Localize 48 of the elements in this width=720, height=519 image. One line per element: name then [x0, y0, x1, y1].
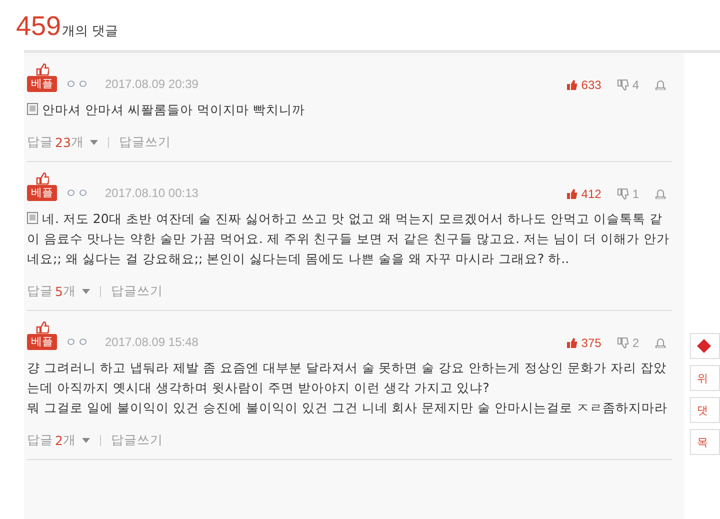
side-icon-button[interactable] [690, 333, 720, 359]
siren-icon [655, 189, 666, 199]
thumbs-up-icon [566, 79, 578, 91]
write-reply-link[interactable]: 답글쓰기 [110, 432, 163, 449]
gem-icon [697, 339, 711, 353]
siren-icon [655, 338, 666, 348]
thumbs-down-icon [617, 188, 630, 200]
best-badge: 베플 [27, 334, 57, 350]
like-button[interactable]: 633 [560, 78, 608, 92]
caret-down-icon [90, 140, 98, 145]
dislike-button[interactable]: 2 [611, 336, 645, 350]
comment-date: 2017.08.10 00:13 [105, 185, 198, 201]
side-button[interactable]: 위 [690, 365, 720, 391]
comment-text: 네. 저도 20대 초반 여잔데 술 진짜 싫어하고 쓰고 맛 없고 왜 먹는지 모르겠어서 하나도 안먹고 이슬톡톡 같이 음료수 맛나는 약한 술만 가끔 먹어요. 제 주위 친구들 보면 저 같은 친구들 많고요. 저는 님이 더 이해가 안가네요;; 왜 싫다는 걸 강요해요;; 본인이 싫다는데 몸에도 나쁜 술을 왜 자꾸 마시라 그래요? 하.. [27, 210, 670, 268]
author-name[interactable]: ㅇㅇ [65, 76, 89, 92]
like-button[interactable]: 412 [560, 187, 608, 201]
comment-date: 2017.08.09 20:39 [105, 76, 198, 92]
mobile-icon [27, 103, 38, 115]
side-button[interactable]: 목 [690, 429, 720, 455]
dislike-button[interactable]: 1 [611, 187, 645, 201]
thumbs-up-icon [35, 63, 49, 76]
thumbs-up-icon [35, 321, 49, 334]
author-name[interactable]: ㅇㅇ [65, 185, 89, 201]
side-button[interactable]: 댓 [690, 397, 720, 423]
like-button[interactable]: 375 [560, 336, 608, 350]
caret-down-icon [82, 289, 90, 294]
comment-count-label: 개의 댓글 [62, 23, 118, 40]
best-badge: 베플 [27, 185, 57, 201]
mobile-icon [27, 212, 38, 224]
replies-toggle[interactable]: 답글 2개 [27, 432, 90, 449]
siren-icon [655, 80, 666, 90]
thumbs-down-icon [617, 79, 630, 91]
dislike-button[interactable]: 4 [611, 78, 645, 92]
thumbs-down-icon [617, 337, 630, 349]
thumbs-up-icon [566, 188, 578, 200]
caret-down-icon [82, 438, 90, 443]
comment-date: 2017.08.09 15:48 [105, 334, 198, 350]
replies-toggle[interactable]: 답글 23개 [27, 134, 98, 151]
thumbs-up-icon [566, 337, 578, 349]
author-name[interactable]: ㅇㅇ [65, 334, 89, 350]
comment-text: 걍 그려러니 하고 냅둬라 제발 좀 요즘엔 대부분 달라져서 술 못하면 술 강요 안하는게 정상인 문화가 자리 잡았는데 아직까지 옛시대 생각하며 윗사람이 주면 받아야지 이런 생각 가지고 있냐? 뭐 그걸로 일에 불이익이 있건 승진에 불이익이 있건 그건 니네 회사 문제지만 술 안마시는걸로 ㅈㄹ좀하지마라 [27, 359, 669, 417]
comment-count: 459 [16, 12, 62, 40]
best-badge: 베플 [27, 76, 57, 92]
replies-toggle[interactable]: 답글 5개 [27, 283, 90, 300]
comment-text: 안마셔 안마셔 씨퐐롬들아 먹이지마 빡치니까 [27, 100, 672, 120]
write-reply-link[interactable]: 답글쓰기 [118, 134, 171, 151]
thumbs-up-icon [35, 172, 49, 185]
write-reply-link[interactable]: 답글쓰기 [110, 283, 163, 300]
